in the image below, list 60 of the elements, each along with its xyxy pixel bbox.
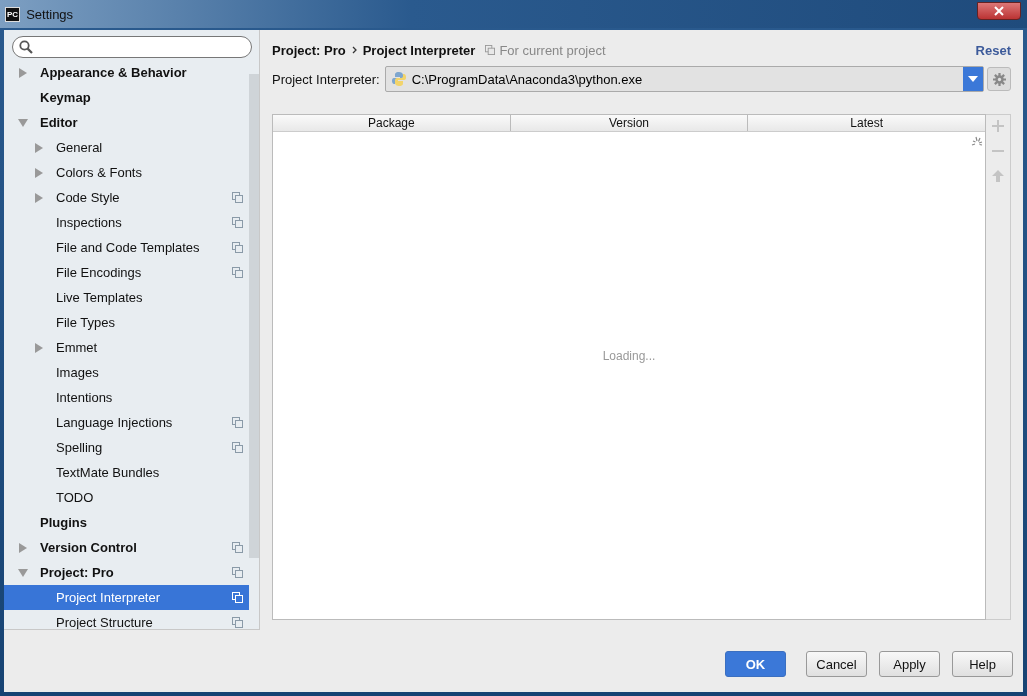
gear-icon: [992, 72, 1006, 86]
ok-button[interactable]: OK: [725, 651, 786, 677]
breadcrumb-item: Project: Pro: [272, 42, 346, 58]
tree-item[interactable]: Language Injections: [4, 410, 249, 435]
interpreter-label: Project Interpreter:: [272, 71, 380, 87]
search-icon: [19, 40, 33, 54]
loading-text: Loading...: [602, 348, 656, 363]
column-header[interactable]: Latest: [748, 115, 985, 131]
tree-item[interactable]: Editor: [4, 110, 249, 135]
tree-item[interactable]: TextMate Bundles: [4, 460, 249, 485]
close-button[interactable]: [977, 2, 1021, 20]
tree-item[interactable]: File Types: [4, 310, 249, 335]
reset-link[interactable]: Reset: [975, 42, 1011, 58]
tree-item[interactable]: Intentions: [4, 385, 249, 410]
tree-item[interactable]: Code Style: [4, 185, 249, 210]
tree-item[interactable]: Emmet: [4, 335, 249, 360]
chevron-icon: [351, 46, 357, 54]
tree-item[interactable]: File Encodings: [4, 260, 249, 285]
copy-icon: [485, 45, 496, 55]
add-icon[interactable]: [991, 119, 1005, 133]
column-header[interactable]: Package: [273, 115, 511, 131]
collapsed-arrow-icon[interactable]: [34, 342, 44, 353]
column-header[interactable]: Version: [510, 115, 749, 131]
tree-item[interactable]: File and Code Templates: [4, 235, 249, 260]
collapsed-arrow-icon[interactable]: [34, 142, 44, 153]
dialog-button[interactable]: Help: [952, 651, 1013, 677]
tree-item[interactable]: General: [4, 135, 249, 160]
tree-item[interactable]: Keymap: [4, 85, 249, 110]
tree-item[interactable]: Colors & Fonts: [4, 160, 249, 185]
window-title: Settings: [26, 6, 74, 22]
tree-item[interactable]: Project Interpreter: [4, 585, 249, 610]
dialog-button[interactable]: Apply: [879, 651, 940, 677]
settings-button[interactable]: [987, 67, 1011, 91]
tree-item[interactable]: Plugins: [4, 510, 249, 535]
expanded-arrow-icon[interactable]: [18, 117, 28, 128]
collapsed-arrow-icon[interactable]: [34, 192, 44, 203]
close-icon: [994, 6, 1004, 16]
dialog-button[interactable]: Cancel: [806, 651, 867, 677]
scrollbar[interactable]: [249, 74, 259, 558]
tree-item[interactable]: Images: [4, 360, 249, 385]
upgrade-arrow-icon[interactable]: [991, 169, 1005, 183]
tree-item[interactable]: Project: Pro: [4, 560, 249, 585]
expanded-arrow-icon[interactable]: [18, 567, 28, 578]
tree-item[interactable]: Version Control: [4, 535, 249, 560]
python-icon: [390, 71, 407, 87]
search-field[interactable]: [12, 36, 252, 58]
app-logo: PC: [5, 6, 21, 22]
tree-item[interactable]: Live Templates: [4, 285, 249, 310]
spinner-icon: [971, 136, 983, 146]
collapsed-arrow-icon[interactable]: [34, 167, 44, 178]
collapsed-arrow-icon[interactable]: [18, 542, 28, 553]
interpreter-dropdown[interactable]: C:\ProgramData\Anaconda3\python.exe: [384, 66, 984, 92]
tree-item[interactable]: TODO: [4, 485, 249, 510]
tree-item[interactable]: Appearance & Behavior: [4, 60, 249, 85]
scope-note: For current project: [499, 42, 606, 58]
tree-item[interactable]: Project Structure: [4, 610, 249, 629]
tree-item[interactable]: Spelling: [4, 435, 249, 460]
collapsed-arrow-icon[interactable]: [18, 67, 28, 78]
breadcrumb-item: Project Interpreter: [362, 42, 476, 58]
tree-item[interactable]: Inspections: [4, 210, 249, 235]
